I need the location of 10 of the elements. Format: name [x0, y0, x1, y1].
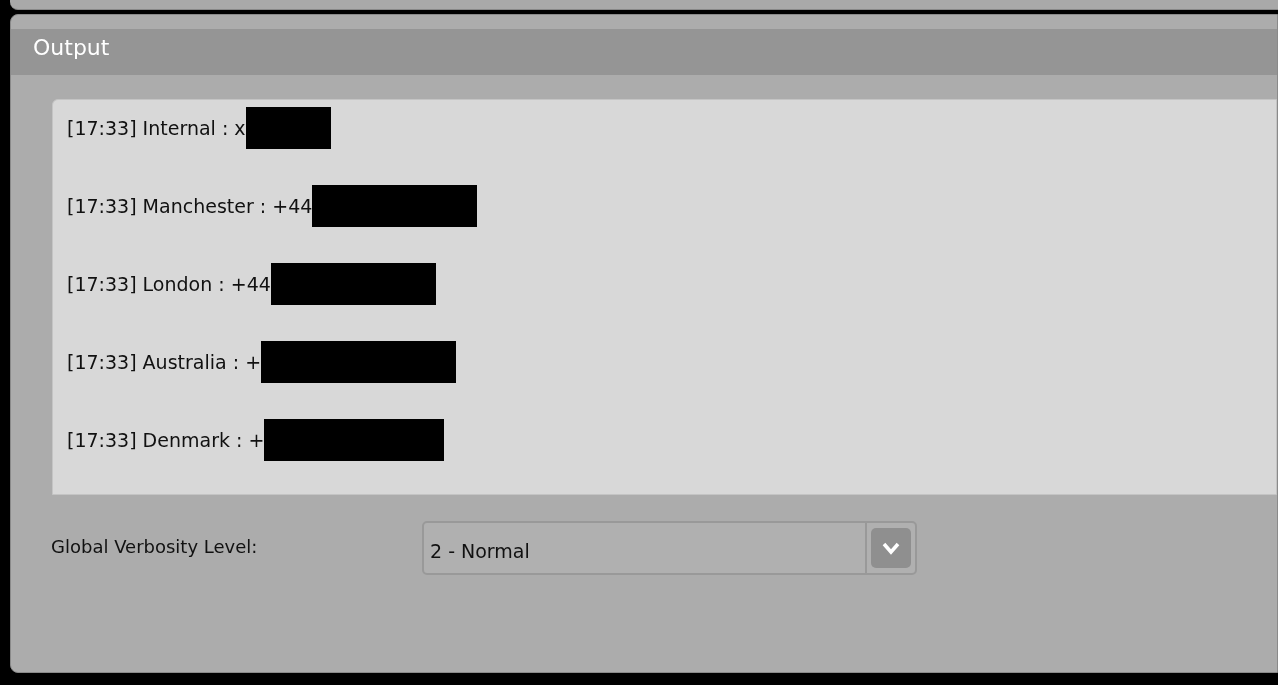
verbosity-label: Global Verbosity Level: — [51, 534, 259, 559]
log-line: [17:33] London : +44 — [67, 271, 271, 297]
verbosity-dropdown[interactable]: 2 - Normal — [422, 521, 917, 575]
log-line: [17:33] Internal : x — [67, 115, 246, 141]
dropdown-value: 2 - Normal — [424, 523, 867, 573]
panel-title: Output — [32, 33, 110, 62]
dropdown-chevron-icon — [871, 528, 911, 568]
log-line: [17:33] Manchester : +44 — [67, 193, 313, 219]
log-line: [17:33] Denmark : + — [67, 427, 265, 453]
log-line: [17:33] Australia : + — [67, 349, 262, 375]
